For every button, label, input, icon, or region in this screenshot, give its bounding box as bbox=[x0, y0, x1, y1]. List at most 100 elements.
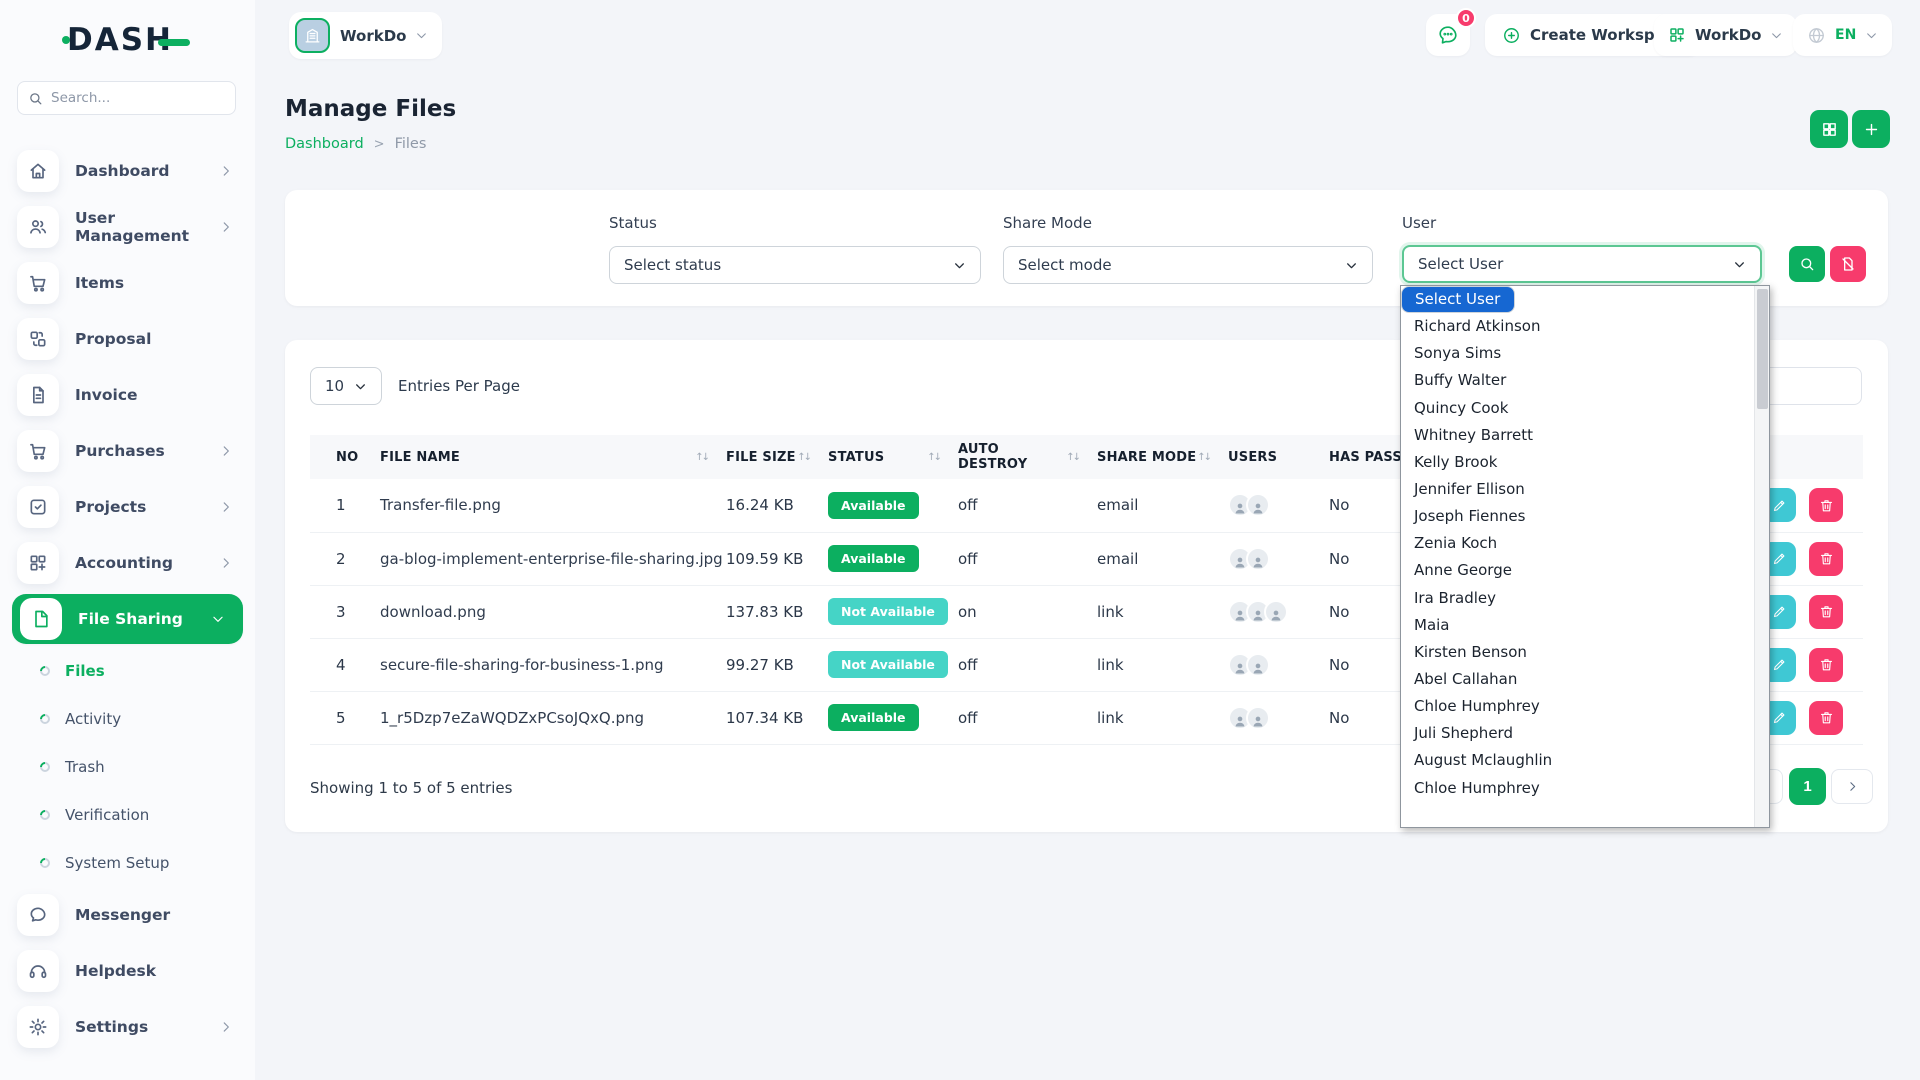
user-option[interactable]: Whitney Barrett bbox=[1401, 422, 1754, 449]
chevron-down-icon bbox=[1865, 29, 1878, 42]
chevron-right-icon bbox=[219, 1020, 233, 1034]
chevron-down-icon bbox=[1770, 29, 1783, 42]
sort-icon[interactable]: ↑↓ bbox=[927, 452, 940, 463]
pencil-icon bbox=[1772, 498, 1787, 513]
column-status[interactable]: STATUS↑↓ bbox=[828, 435, 958, 479]
cart-icon bbox=[17, 262, 59, 304]
user-option[interactable]: Juli Shepherd bbox=[1401, 720, 1754, 747]
cell-file-size: 16.24 KB bbox=[726, 479, 828, 532]
sort-icon[interactable]: ↑↓ bbox=[695, 452, 708, 463]
chat-bubble-icon bbox=[1437, 24, 1459, 46]
cell-users bbox=[1228, 691, 1329, 744]
sidebar-item[interactable]: File Sharing bbox=[0, 591, 255, 647]
person-icon bbox=[1233, 555, 1247, 569]
column-auto-destroy[interactable]: AUTO DESTROY↑↓ bbox=[958, 435, 1097, 479]
sidebar-subitem[interactable]: Verification bbox=[0, 791, 255, 839]
apply-filter-button[interactable] bbox=[1789, 246, 1825, 282]
user-option[interactable]: Kelly Brook bbox=[1401, 449, 1754, 476]
sidebar-item[interactable]: Messenger bbox=[0, 887, 255, 943]
entries-per-page-select[interactable]: 10 bbox=[310, 367, 382, 405]
sidebar-subitem[interactable]: Activity bbox=[0, 695, 255, 743]
add-file-button[interactable] bbox=[1852, 110, 1890, 148]
user-option[interactable]: Richard Atkinson bbox=[1401, 313, 1754, 340]
delete-file-button[interactable] bbox=[1809, 542, 1843, 576]
messages-button[interactable]: 0 bbox=[1426, 14, 1470, 56]
accounting-icon bbox=[17, 542, 59, 584]
user-option[interactable]: Joseph Fiennes bbox=[1401, 503, 1754, 530]
sidebar-subitem[interactable]: System Setup bbox=[0, 839, 255, 887]
user-option[interactable]: Chloe Humphrey bbox=[1401, 693, 1754, 720]
sidebar-item[interactable]: Helpdesk bbox=[0, 943, 255, 999]
delete-file-button[interactable] bbox=[1809, 648, 1843, 682]
chevron-right-icon bbox=[219, 556, 233, 570]
status-filter-select[interactable]: Select status bbox=[609, 246, 981, 284]
sort-icon[interactable]: ↑↓ bbox=[1197, 452, 1210, 463]
reset-filter-button[interactable] bbox=[1830, 246, 1866, 282]
pagination-page-1[interactable]: 1 bbox=[1789, 768, 1826, 805]
user-option[interactable]: Select User bbox=[1401, 286, 1515, 313]
sidebar-item[interactable]: Items bbox=[0, 255, 255, 311]
user-option[interactable]: Anne George bbox=[1401, 557, 1754, 584]
dropdown-scrollbar[interactable] bbox=[1754, 286, 1769, 827]
sidebar-item[interactable]: Invoice bbox=[0, 367, 255, 423]
sidebar-item[interactable]: Proposal bbox=[0, 311, 255, 367]
user-option[interactable]: Ira Bradley bbox=[1401, 585, 1754, 612]
cell-no: 5 bbox=[310, 691, 380, 744]
user-option[interactable]: Buffy Walter bbox=[1401, 367, 1754, 394]
breadcrumb-dashboard[interactable]: Dashboard bbox=[285, 136, 364, 152]
plus-icon bbox=[1863, 121, 1880, 138]
column-share-mode[interactable]: SHARE MODE↑↓ bbox=[1097, 435, 1228, 479]
user-option[interactable]: Quincy Cook bbox=[1401, 395, 1754, 422]
user-filter-select[interactable]: Select User bbox=[1402, 245, 1762, 283]
bullet-icon bbox=[38, 712, 52, 726]
user-option[interactable]: Chloe Humphrey bbox=[1401, 775, 1754, 802]
delete-file-button[interactable] bbox=[1809, 595, 1843, 629]
user-option[interactable]: Sonya Sims bbox=[1401, 340, 1754, 367]
sidebar-item[interactable]: User Management bbox=[0, 199, 255, 255]
sidebar-item[interactable]: Projects bbox=[0, 479, 255, 535]
sidebar-item[interactable]: Accounting bbox=[0, 535, 255, 591]
sidebar-search-input[interactable] bbox=[51, 90, 221, 106]
cell-auto-destroy: off bbox=[958, 532, 1097, 585]
workspace-name: WorkDo bbox=[340, 27, 406, 45]
user-option[interactable]: Abel Callahan bbox=[1401, 666, 1754, 693]
cell-users bbox=[1228, 479, 1329, 532]
column-file-size[interactable]: FILE SIZE↑↓ bbox=[726, 435, 828, 479]
column-file-name[interactable]: FILE NAME↑↓ bbox=[380, 435, 726, 479]
delete-file-button[interactable] bbox=[1809, 701, 1843, 735]
user-option[interactable]: Zenia Koch bbox=[1401, 530, 1754, 557]
share-mode-filter-select[interactable]: Select mode bbox=[1003, 246, 1373, 284]
sidebar-item[interactable]: Purchases bbox=[0, 423, 255, 479]
cell-file-size: 107.34 KB bbox=[726, 691, 828, 744]
user-avatars bbox=[1228, 547, 1329, 571]
headset-icon bbox=[17, 950, 59, 992]
cell-status: Available bbox=[828, 691, 958, 744]
scrollbar-thumb[interactable] bbox=[1757, 289, 1768, 409]
sidebar-item[interactable]: Dashboard bbox=[0, 143, 255, 199]
bullet-icon bbox=[38, 664, 52, 678]
user-option[interactable]: Maia bbox=[1401, 612, 1754, 639]
chevron-right-icon bbox=[219, 220, 233, 234]
pagination-next-button[interactable] bbox=[1831, 769, 1873, 804]
grid-view-button[interactable] bbox=[1810, 110, 1848, 148]
user-menu[interactable]: WorkDo bbox=[1654, 14, 1797, 56]
cell-share-mode: email bbox=[1097, 532, 1228, 585]
user-option[interactable]: August Mclaughlin bbox=[1401, 747, 1754, 774]
language-selector[interactable]: EN bbox=[1793, 14, 1892, 56]
person-icon bbox=[1251, 608, 1265, 622]
cell-users bbox=[1228, 638, 1329, 691]
sidebar-subitem[interactable]: Trash bbox=[0, 743, 255, 791]
sort-icon[interactable]: ↑↓ bbox=[1066, 452, 1079, 463]
app-logo[interactable]: DASH bbox=[62, 22, 190, 58]
delete-file-button[interactable] bbox=[1809, 488, 1843, 522]
sidebar-item[interactable]: Settings bbox=[0, 999, 255, 1055]
bullet-icon bbox=[38, 760, 52, 774]
sidebar-subitem[interactable]: Files bbox=[0, 647, 255, 695]
cell-status: Not Available bbox=[828, 638, 958, 691]
workspace-switcher[interactable]: WorkDo bbox=[289, 12, 442, 59]
sort-icon[interactable]: ↑↓ bbox=[797, 452, 810, 463]
pencil-icon bbox=[1772, 657, 1787, 672]
user-option[interactable]: Kirsten Benson bbox=[1401, 639, 1754, 666]
sidebar-search[interactable] bbox=[17, 81, 236, 115]
user-option[interactable]: Jennifer Ellison bbox=[1401, 476, 1754, 503]
